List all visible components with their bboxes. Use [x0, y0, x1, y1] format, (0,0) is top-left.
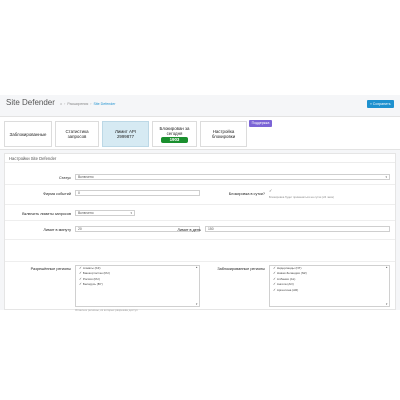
check-icon: ✓ [273, 276, 276, 281]
allowed-regions-label: Разрешённые регионы [30, 267, 71, 271]
chevron-down-icon: ▾ [130, 211, 132, 215]
limit-minute-label: Лимит в минуту [43, 228, 71, 232]
check-icon: ✓ [79, 282, 82, 287]
limit-day-input[interactable]: 150 [205, 226, 390, 232]
check-icon: ✓ [273, 271, 276, 276]
limit-mode-label: Включить лимиты запросов [22, 212, 71, 216]
tab-request-stats[interactable]: Статистика запросов [55, 121, 99, 147]
tab-label: Заблокированные [9, 131, 47, 137]
list-item[interactable]: ✓Аргентина (AR) [270, 288, 389, 293]
breadcrumb: ⌂ › Расширения › Site Defender [60, 102, 116, 106]
save-icon: ▪ [370, 101, 372, 106]
list-item[interactable]: ✓Беларусь (BY) [76, 282, 199, 287]
block-time-label: Блокировка в сутки? [228, 192, 265, 196]
breadcrumb-item-extensions[interactable]: Расширения [67, 102, 88, 106]
scroll-up-icon[interactable]: ▲ [385, 266, 388, 269]
events-input[interactable]: 0 [75, 190, 200, 196]
settings-panel: Настройки Site Defender Статус Включено … [4, 153, 396, 312]
check-icon: ✓ [79, 276, 82, 281]
check-icon: ✓ [79, 271, 82, 276]
allowed-regions-hint: Отметьте регионы, из которых разрешён до… [75, 308, 138, 312]
support-button[interactable]: Поддержка [249, 120, 272, 127]
tabs-area: Заблокированные Статистика запросов Лими… [0, 116, 400, 150]
tab-api-limit[interactable]: Лимит API 2999877 [102, 121, 149, 147]
scroll-down-icon[interactable]: ▼ [385, 303, 388, 306]
tab-label: Блокирован за сегодня [159, 125, 190, 136]
allowed-regions-list[interactable]: ✓Алматы (KZ) ✓Башкортостан (RU) ✓Россия … [75, 265, 200, 307]
tab-block-settings[interactable]: Настройка блокировки [200, 121, 247, 147]
scroll-down-icon[interactable]: ▼ [195, 303, 198, 306]
block-time-checkbox[interactable]: ✓ [269, 188, 272, 193]
block-time-hint: Блокировка будет применяться на сутки (2… [269, 195, 334, 199]
blocked-regions-list[interactable]: ✓Нидерланды (NT) ✓Новая Зеландия (NZ) ✓А… [269, 265, 390, 307]
limit-mode-value: Включено [78, 211, 94, 215]
save-button-label: Сохранить [372, 102, 391, 106]
status-label: Статус [58, 176, 71, 180]
status-select[interactable]: Включено ▾ [75, 174, 390, 180]
blocked-today-badge: 1903 [160, 136, 189, 143]
chevron-down-icon: ▾ [385, 175, 387, 179]
tab-label: Настройка блокировки [211, 129, 236, 139]
breadcrumb-item-current[interactable]: Site Defender [93, 102, 115, 106]
tab-label: Статистика запросов [65, 129, 89, 139]
panel-title: Настройки Site Defender [5, 154, 395, 163]
tab-blocked-today[interactable]: Блокирован за сегодня 1903 [152, 121, 197, 147]
check-icon: ✓ [273, 266, 276, 270]
scroll-up-icon[interactable]: ▲ [195, 266, 198, 269]
check-icon: ✓ [273, 282, 276, 287]
save-button[interactable]: ▪ Сохранить [367, 100, 394, 108]
check-icon: ✓ [79, 266, 82, 270]
tab-blocked[interactable]: Заблокированные [4, 121, 52, 147]
page-header: Site Defender ⌂ › Расширения › Site Defe… [0, 95, 400, 115]
status-value: Включено [78, 175, 94, 179]
limit-mode-select[interactable]: Включено ▾ [75, 210, 135, 216]
page-title: Site Defender [6, 98, 55, 107]
events-label: Фирма событий [43, 192, 71, 196]
limit-day-label: Лимит в день [177, 228, 201, 232]
blocked-regions-label: Заблокированные регионы [217, 267, 265, 271]
check-icon: ✓ [273, 287, 276, 292]
home-icon[interactable]: ⌂ [60, 102, 62, 106]
tab-label: Лимит API 2999877 [114, 129, 137, 139]
